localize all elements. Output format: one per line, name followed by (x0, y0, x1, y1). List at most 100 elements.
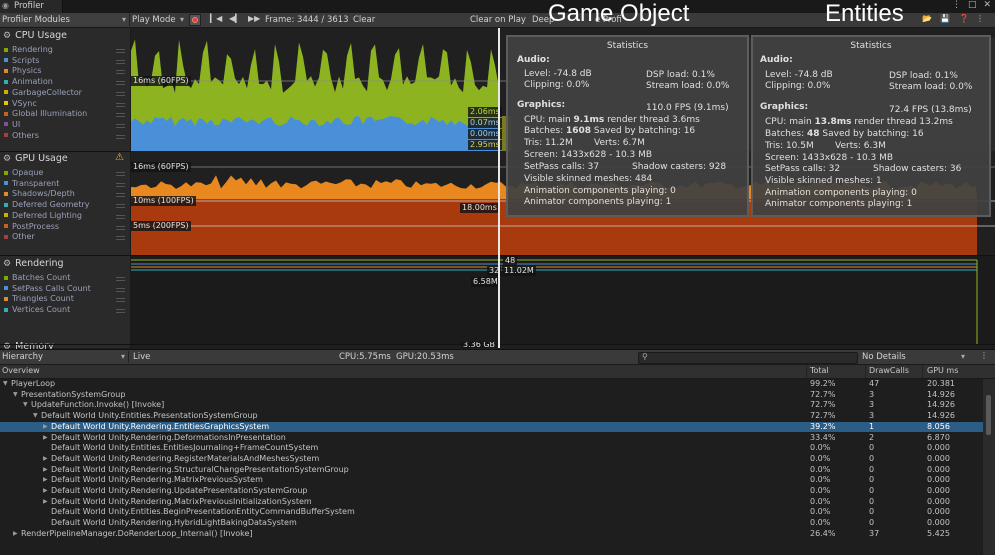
legend-item[interactable]: Triangles Count (4, 294, 74, 303)
legend-drag-handle[interactable] (116, 298, 125, 303)
legend-drag-handle[interactable] (116, 134, 125, 139)
legend-drag-handle[interactable] (116, 193, 125, 198)
expand-arrow-icon[interactable]: ▶ (43, 454, 48, 465)
cpu-module-title[interactable]: ⚙ CPU Usage (3, 30, 67, 41)
legend-drag-handle[interactable] (116, 59, 125, 64)
table-row[interactable]: ▼ PresentationSystemGroup 72.7% 3 14.926 (0, 390, 983, 401)
selected-frame-line[interactable] (498, 28, 500, 348)
load-icon[interactable]: 📂 (922, 14, 932, 23)
kebab-menu-icon[interactable]: ⋮ (952, 0, 961, 10)
rendering-chart[interactable]: 48 32 11.02M 6.58M 3.36 GB (131, 256, 995, 348)
profiler-window-tab[interactable]: ◉ Profiler (0, 0, 63, 13)
legend-item[interactable]: VSync (4, 99, 37, 108)
legend-drag-handle[interactable] (116, 309, 125, 314)
legend-item[interactable]: Vertices Count (4, 305, 70, 314)
legend-item[interactable]: Scripts (4, 56, 39, 65)
expand-arrow-icon[interactable]: ▶ (43, 433, 48, 444)
live-toggle[interactable]: Live (133, 351, 150, 363)
legend-item[interactable]: Physics (4, 66, 42, 75)
close-icon[interactable]: ✕ (983, 0, 991, 10)
legend-item[interactable]: Batches Count (4, 273, 70, 282)
play-mode-dropdown[interactable]: Play Mode (130, 14, 187, 26)
legend-item[interactable]: Others (4, 131, 39, 140)
prev-frame-icon[interactable]: ◀▎ (229, 14, 241, 23)
legend-drag-handle[interactable] (116, 277, 125, 281)
profiler-modules-dropdown[interactable]: Profiler Modules (0, 14, 130, 26)
legend-drag-handle[interactable] (116, 204, 125, 209)
legend-item[interactable]: Deferred Geometry (4, 200, 90, 209)
column-separator[interactable] (865, 365, 866, 378)
scrollbar-thumb[interactable] (986, 395, 991, 435)
column-total[interactable]: Total (810, 366, 829, 375)
legend-item[interactable]: Global Illumination (4, 109, 87, 118)
legend-item[interactable]: GarbageCollector (4, 88, 82, 97)
collapse-arrow-icon[interactable]: ▼ (13, 390, 18, 401)
column-separator[interactable] (806, 365, 807, 378)
expand-arrow-icon[interactable]: ▶ (43, 465, 48, 476)
legend-item[interactable]: SetPass Calls Count (4, 284, 91, 293)
details-menu-icon[interactable]: ⋮ (980, 351, 988, 360)
legend-drag-handle[interactable] (116, 236, 125, 241)
maximize-icon[interactable]: □ (968, 0, 977, 10)
table-row[interactable]: ▼ Default World Unity.Entities.Presentati… (0, 411, 983, 422)
column-overview[interactable]: Overview (2, 366, 40, 375)
table-row[interactable]: ▶ Default World Unity.Rendering.MatrixPre… (0, 475, 983, 486)
legend-drag-handle[interactable] (116, 102, 125, 107)
next-frame-icon[interactable]: ▶▶ (248, 14, 260, 23)
column-gpu-ms[interactable]: GPU ms (927, 366, 958, 375)
legend-drag-handle[interactable] (116, 70, 125, 75)
expand-arrow-icon[interactable]: ▶ (43, 486, 48, 497)
legend-item[interactable]: Animation (4, 77, 53, 86)
expand-arrow-icon[interactable]: ▶ (43, 475, 48, 486)
column-separator[interactable] (922, 365, 923, 378)
collapse-arrow-icon[interactable]: ▼ (33, 411, 38, 422)
help-icon[interactable]: ❓ (959, 14, 969, 23)
legend-drag-handle[interactable] (116, 225, 125, 230)
column-drawcalls[interactable]: DrawCalls (869, 366, 909, 375)
table-row[interactable]: Default World Unity.Entities.EntitiesJou… (0, 443, 983, 454)
legend-item[interactable]: Rendering (4, 45, 53, 54)
warning-icon[interactable]: ⚠ (115, 152, 124, 163)
clear-button[interactable]: Clear (353, 14, 375, 26)
record-button[interactable] (189, 14, 201, 26)
legend-item[interactable]: Shadows/Depth (4, 189, 75, 198)
rendering-module-title[interactable]: ⚙ Rendering (3, 258, 64, 269)
expand-arrow-icon[interactable]: ▶ (13, 529, 18, 540)
settings-icon[interactable]: ⋮ (976, 14, 984, 23)
expand-arrow-icon[interactable]: ▶ (43, 422, 48, 433)
legend-drag-handle[interactable] (116, 172, 125, 176)
search-input[interactable]: ⚲ (638, 352, 858, 364)
legend-drag-handle[interactable] (116, 214, 125, 219)
details-dropdown[interactable]: No Details (860, 351, 968, 363)
table-row[interactable]: ▶ RenderPipelineManager.DoRenderLoop_Inte… (0, 529, 983, 540)
legend-item[interactable]: Transparent (4, 179, 59, 188)
legend-item[interactable]: UI (4, 120, 20, 129)
collapse-arrow-icon[interactable]: ▼ (3, 379, 8, 390)
legend-drag-handle[interactable] (116, 81, 125, 86)
legend-drag-handle[interactable] (116, 182, 125, 187)
legend-item[interactable]: PostProcess (4, 222, 59, 231)
legend-drag-handle[interactable] (116, 91, 125, 96)
expand-arrow-icon[interactable]: ▶ (43, 497, 48, 508)
table-row[interactable]: ▶ Default World Unity.Rendering.Deformati… (0, 433, 983, 444)
table-row[interactable]: ▶ Default World Unity.Rendering.UpdatePre… (0, 486, 983, 497)
view-mode-dropdown[interactable]: Hierarchy (0, 351, 129, 363)
legend-item[interactable]: Deferred Lighting (4, 211, 82, 220)
table-row[interactable]: ▶ Default World Unity.Rendering.EntitiesG… (0, 421, 983, 433)
table-row[interactable]: Default World Unity.Rendering.HybridLigh… (0, 518, 983, 529)
table-row[interactable]: ▶ Default World Unity.Rendering.Structura… (0, 465, 983, 476)
collapse-arrow-icon[interactable]: ▼ (23, 400, 28, 411)
table-row[interactable]: ▶ Default World Unity.Rendering.RegisterM… (0, 454, 983, 465)
legend-drag-handle[interactable] (116, 123, 125, 128)
legend-drag-handle[interactable] (116, 287, 125, 292)
first-frame-icon[interactable]: ▎◀ (210, 14, 222, 23)
table-row[interactable]: ▶ Default World Unity.Rendering.MatrixPre… (0, 497, 983, 508)
legend-item[interactable]: Opaque (4, 168, 43, 177)
table-row[interactable]: Default World Unity.Entities.BeginPresen… (0, 507, 983, 518)
legend-drag-handle[interactable] (116, 113, 125, 118)
legend-drag-handle[interactable] (116, 49, 125, 53)
table-row[interactable]: ▼ UpdateFunction.Invoke() [Invoke] 72.7% 3 1… (0, 400, 983, 411)
legend-item[interactable]: Other (4, 232, 35, 241)
save-icon[interactable]: 💾 (940, 14, 950, 23)
table-row[interactable]: ▼ PlayerLoop 99.2% 47 20.381 (0, 379, 983, 390)
